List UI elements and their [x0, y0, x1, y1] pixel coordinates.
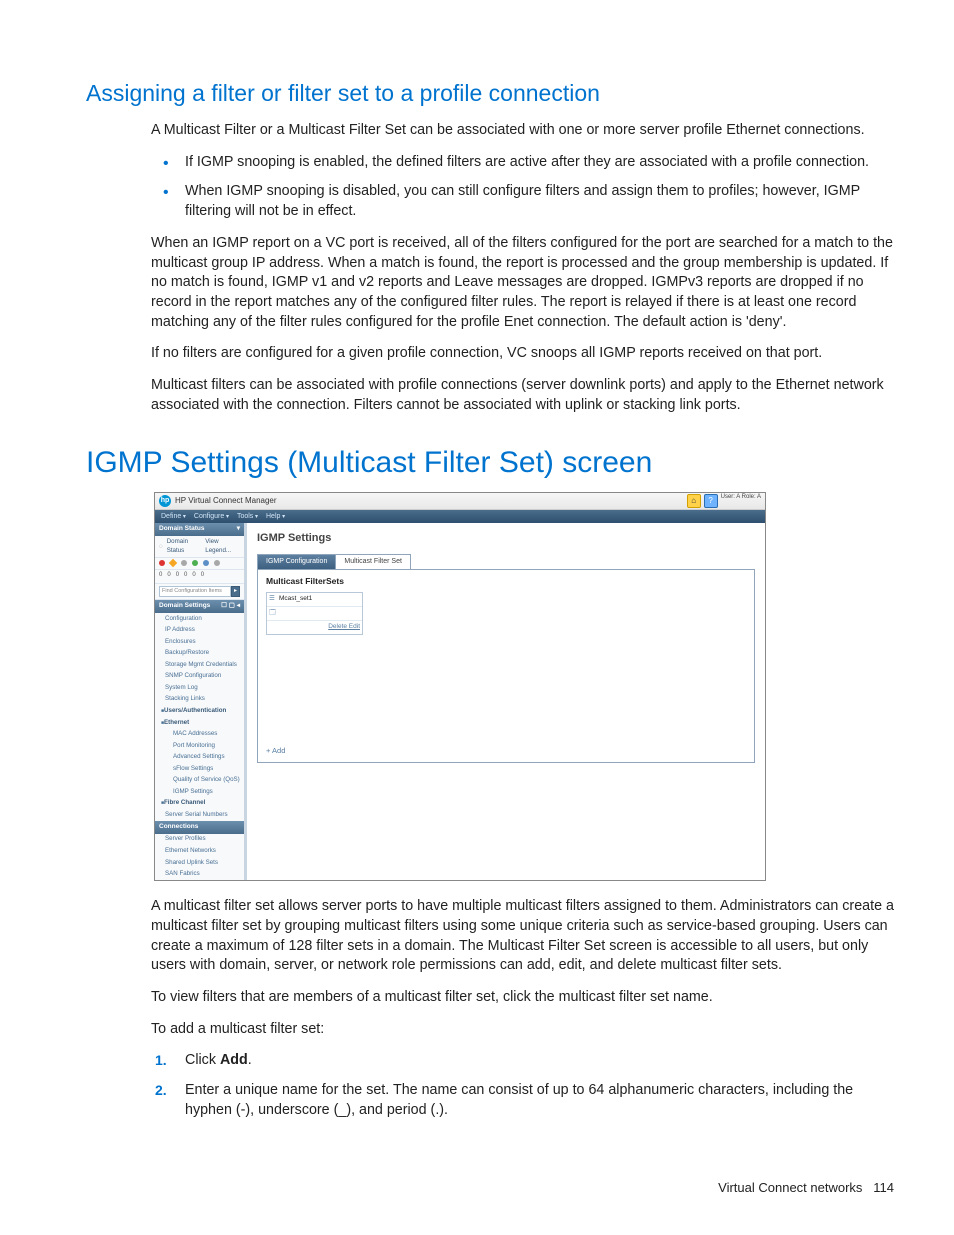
- hp-logo-icon: hp: [159, 495, 171, 507]
- find-input[interactable]: Find Configuration Items: [159, 586, 231, 598]
- footer-section-name: Virtual Connect networks: [718, 1180, 862, 1195]
- footer-page-number: 114: [873, 1180, 894, 1195]
- help-icon[interactable]: ?: [704, 494, 718, 508]
- status-unknown-icon: [203, 560, 209, 566]
- sidebar-status-header: Domain Status▾: [155, 523, 244, 536]
- bullet-list: If IGMP snooping is enabled, the defined…: [151, 153, 894, 222]
- filter-set-detail-icon: 🗔: [269, 609, 279, 618]
- sidebar-item[interactable]: SAN Fabrics: [155, 869, 244, 881]
- content-area: IGMP Settings IGMP Configuration Multica…: [247, 523, 765, 880]
- user-badge: User: A Role: A: [721, 494, 761, 508]
- status-critical-icon: [159, 560, 165, 566]
- sidebar-group[interactable]: Ethernet: [155, 717, 244, 729]
- paragraph: To view filters that are members of a mu…: [151, 988, 894, 1008]
- sidebar-item[interactable]: Backup/Restore: [155, 648, 244, 660]
- domain-status-link[interactable]: Domain Status: [167, 538, 202, 555]
- paragraph: Multicast filters can be associated with…: [151, 376, 894, 415]
- page-footer: Virtual Connect networks 114: [718, 1180, 894, 1195]
- status-minor-icon: [181, 560, 187, 566]
- tab-igmp-configuration[interactable]: IGMP Configuration: [257, 554, 336, 570]
- panel-controls-icon[interactable]: ☐ ▢ ◂: [221, 602, 240, 611]
- count: 0: [176, 571, 179, 579]
- sidebar-item[interactable]: Enclosures: [155, 636, 244, 648]
- filter-set-icon: ☰: [269, 595, 279, 604]
- menu-tools[interactable]: Tools: [237, 512, 258, 522]
- sidebar-item[interactable]: SNMP Configuration: [155, 671, 244, 683]
- menu-help[interactable]: Help: [266, 512, 285, 522]
- count: 0: [192, 571, 195, 579]
- sidebar-group[interactable]: Fibre Channel: [155, 798, 244, 810]
- status-dot-icon: ◌: [159, 543, 163, 552]
- app-menubar: Define Configure Tools Help: [155, 510, 765, 524]
- sidebar-item[interactable]: Shared Uplink Sets: [155, 857, 244, 869]
- app-titlebar: hp HP Virtual Connect Manager ⌂ ? User: …: [155, 493, 765, 510]
- status-ok-icon: [192, 560, 198, 566]
- bullet-item: If IGMP snooping is enabled, the defined…: [151, 153, 894, 173]
- app-screenshot: hp HP Virtual Connect Manager ⌂ ? User: …: [154, 492, 766, 882]
- ordered-steps: Click Add. Enter a unique name for the s…: [151, 1051, 894, 1120]
- filter-set-name-link[interactable]: Mcast_set1: [279, 595, 312, 604]
- status-major-icon: [169, 559, 177, 567]
- sidebar-group[interactable]: Users/Authentication: [155, 706, 244, 718]
- paragraph: If no filters are configured for a given…: [151, 344, 894, 364]
- menu-define[interactable]: Define: [161, 512, 186, 522]
- sidebar-item-igmp[interactable]: IGMP Settings: [155, 786, 244, 798]
- view-legend-link[interactable]: View Legend...: [205, 538, 240, 555]
- paragraph: When an IGMP report on a VC port is rece…: [151, 234, 894, 333]
- paragraph: A Multicast Filter or a Multicast Filter…: [151, 121, 894, 141]
- sidebar-item[interactable]: MAC Addresses: [155, 729, 244, 741]
- count: 0: [159, 571, 162, 579]
- count: 0: [184, 571, 187, 579]
- sidebar-item[interactable]: Quality of Service (QoS): [155, 775, 244, 787]
- filter-set-card: ☰ Mcast_set1 🗔 Delete Edit: [266, 592, 363, 635]
- sidebar-item[interactable]: Storage Mgmt Credentials: [155, 659, 244, 671]
- sidebar-item[interactable]: IP Address: [155, 625, 244, 637]
- count: 0: [201, 571, 204, 579]
- sidebar: Domain Status▾ ◌ Domain Status View Lege…: [155, 523, 247, 880]
- pane-title: Multicast FilterSets: [266, 576, 746, 588]
- sidebar-connections-header: Connections: [155, 821, 244, 834]
- add-button[interactable]: + Add: [266, 746, 285, 756]
- find-go-button[interactable]: ▸: [231, 586, 240, 598]
- sidebar-item[interactable]: Advanced Settings: [155, 752, 244, 764]
- bullet-item: When IGMP snooping is disabled, you can …: [151, 182, 894, 221]
- paragraph: To add a multicast filter set:: [151, 1020, 894, 1040]
- content-title: IGMP Settings: [257, 531, 755, 546]
- count: 0: [167, 571, 170, 579]
- section-heading: IGMP Settings (Multicast Filter Set) scr…: [86, 446, 894, 480]
- status-info-icon: [214, 560, 220, 566]
- paragraph: A multicast filter set allows server por…: [151, 897, 894, 976]
- subsection-heading: Assigning a filter or filter set to a pr…: [86, 80, 894, 107]
- sidebar-item[interactable]: Port Monitoring: [155, 740, 244, 752]
- sidebar-item[interactable]: Configuration: [155, 613, 244, 625]
- app-title: HP Virtual Connect Manager: [175, 495, 277, 506]
- tab-pane: Multicast FilterSets ☰ Mcast_set1 🗔 Dele…: [257, 569, 755, 763]
- step-item: Click Add.: [151, 1051, 894, 1071]
- filter-set-actions[interactable]: Delete Edit: [267, 621, 362, 634]
- sidebar-item[interactable]: Stacking Links: [155, 694, 244, 706]
- sidebar-item[interactable]: Ethernet Networks: [155, 846, 244, 858]
- tab-multicast-filter-set[interactable]: Multicast Filter Set: [335, 554, 411, 570]
- home-icon[interactable]: ⌂: [687, 494, 701, 508]
- sidebar-item[interactable]: Server Profiles: [155, 834, 244, 846]
- sidebar-item[interactable]: System Log: [155, 682, 244, 694]
- step-item: Enter a unique name for the set. The nam…: [151, 1081, 894, 1120]
- sidebar-item[interactable]: sFlow Settings: [155, 763, 244, 775]
- sidebar-settings-header: Domain Settings ☐ ▢ ◂: [155, 600, 244, 613]
- sidebar-item[interactable]: Server Serial Numbers: [155, 809, 244, 821]
- menu-configure[interactable]: Configure: [194, 512, 229, 522]
